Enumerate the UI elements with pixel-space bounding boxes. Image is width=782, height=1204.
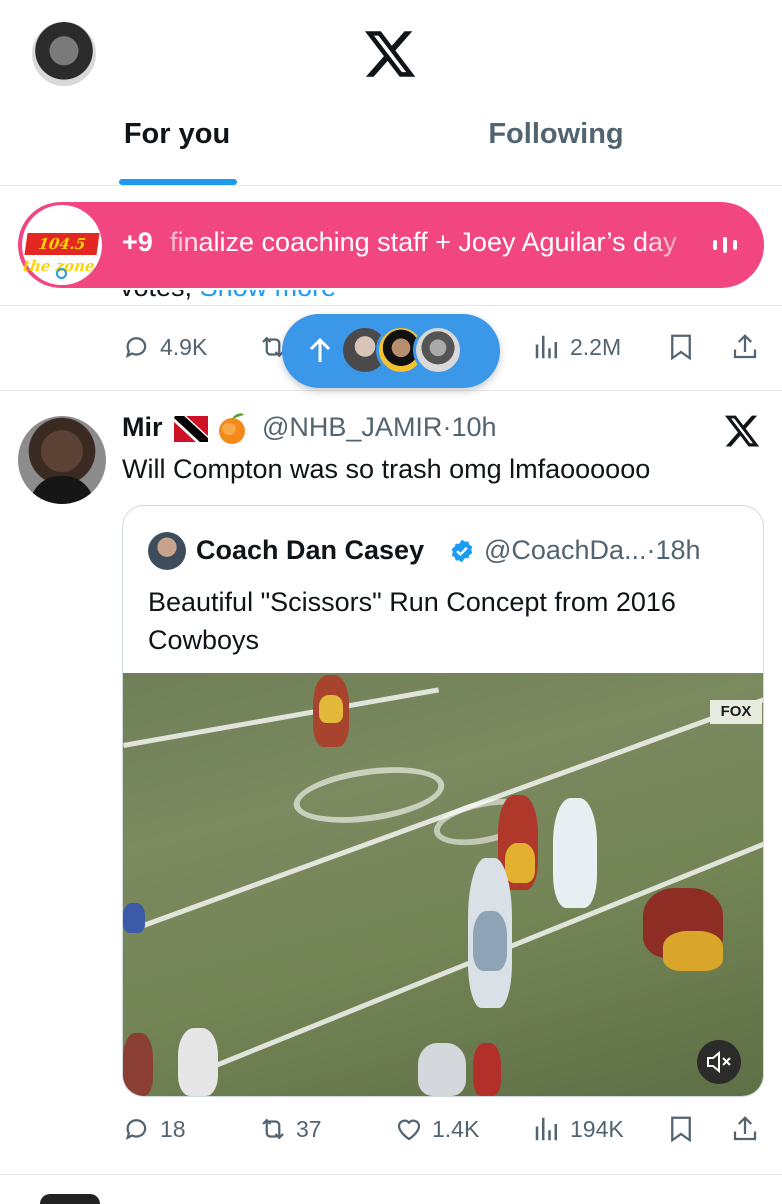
previous-tweet-text: votes, Show more <box>120 290 420 304</box>
player-gold-pants <box>505 843 535 883</box>
header-divider <box>0 185 782 186</box>
previous-tweet-clipped-text: votes, <box>120 290 192 302</box>
x-logo-icon <box>364 31 416 77</box>
tweet-timestamp[interactable]: 10h <box>451 412 496 442</box>
heart-icon <box>397 1119 421 1141</box>
show-more-link[interactable]: Show more <box>200 290 337 302</box>
player-blue <box>123 903 145 933</box>
next-tweet-avatar <box>40 1194 100 1204</box>
player-white <box>553 798 597 908</box>
bookmark-icon <box>671 334 691 361</box>
sideline-person <box>473 1043 501 1096</box>
reply-button[interactable]: 18 <box>122 1114 186 1144</box>
live-banner-text: finalize coaching staff + Joey Aguilar’s… <box>170 227 677 257</box>
reply-icon <box>125 337 147 358</box>
quoted-author-handle: @CoachDa... <box>484 535 647 565</box>
mute-icon[interactable] <box>697 1040 741 1084</box>
live-indicator-icon <box>56 268 67 279</box>
quoted-author-name: Coach Dan Casey <box>196 535 425 565</box>
like-button[interactable]: 1.4K <box>394 1114 479 1144</box>
quoted-author-avatar <box>148 532 186 570</box>
tab-following-label: Following <box>488 118 624 150</box>
views-count: 2.2M <box>570 333 622 360</box>
reply-count: 4.9K <box>160 333 208 360</box>
sideline-person <box>418 1043 466 1096</box>
divider <box>0 390 782 391</box>
tweet-text: Will Compton was so trash omg lmfaoooooo <box>122 454 651 484</box>
bookmark-icon <box>671 1116 691 1143</box>
repost-icon <box>262 1118 284 1140</box>
verified-badge-icon <box>451 539 473 563</box>
share-button[interactable] <box>730 332 760 362</box>
views-button[interactable]: 2.2M <box>532 332 621 362</box>
like-count: 1.4K <box>432 1115 480 1142</box>
new-post-author-avatar <box>413 325 463 375</box>
views-icon <box>535 335 557 359</box>
bookmark-button[interactable] <box>666 332 696 362</box>
quoted-timestamp: 18h <box>655 535 701 565</box>
sideline-person <box>178 1028 218 1096</box>
share-icon <box>733 334 757 359</box>
tweet-author-name[interactable]: Mir <box>122 412 163 443</box>
player-gold-pants <box>663 931 723 971</box>
views-icon <box>535 1117 557 1141</box>
tab-for-you-label: For you <box>123 118 231 150</box>
tweet-author-avatar[interactable] <box>18 416 106 504</box>
sideline-person <box>123 1033 153 1096</box>
video-player[interactable] <box>123 673 763 1096</box>
arrow-up-icon <box>309 337 331 362</box>
broadcast-logo: FOX <box>710 700 762 724</box>
share-icon <box>733 1116 757 1141</box>
share-button[interactable] <box>730 1114 760 1144</box>
field-yard-line <box>123 687 440 748</box>
reply-button[interactable]: 4.9K <box>122 332 207 362</box>
live-listener-count: +9 <box>122 227 153 257</box>
repost-button[interactable]: 37 <box>258 1114 322 1144</box>
tab-for-you[interactable]: For you <box>0 118 354 184</box>
peach-emoji-icon <box>219 413 245 444</box>
divider <box>0 305 782 306</box>
player-gold-pants <box>319 695 343 723</box>
divider <box>0 1174 782 1175</box>
quoted-meta: @CoachDa...·18h <box>484 535 701 566</box>
tweet-meta: @NHB_JAMIR·10h <box>262 412 497 443</box>
tab-following[interactable]: Following <box>354 118 758 184</box>
audio-equalizer-icon <box>713 237 737 253</box>
reply-icon <box>125 1119 147 1140</box>
station-logo-wordmark: 104.5 the zone <box>22 233 100 275</box>
quoted-tweet-text: Beautiful "Scissors" Run Concept from 20… <box>148 587 676 655</box>
tweet-author-handle[interactable]: @NHB_JAMIR <box>262 412 442 442</box>
trinidad-flag-icon <box>174 416 208 442</box>
views-count: 194K <box>570 1115 624 1142</box>
player-blue-pants <box>473 911 507 971</box>
x-logo-icon <box>724 415 760 447</box>
repost-count: 37 <box>296 1115 322 1142</box>
bookmark-button[interactable] <box>666 1114 696 1144</box>
reply-count: 18 <box>160 1115 186 1142</box>
user-avatar[interactable] <box>32 22 96 86</box>
views-button[interactable]: 194K <box>532 1114 624 1144</box>
